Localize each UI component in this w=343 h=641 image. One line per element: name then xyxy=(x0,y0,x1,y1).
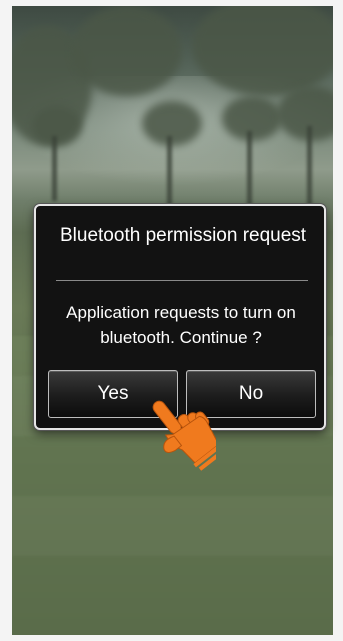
background-trunk xyxy=(307,126,312,206)
background-tree xyxy=(222,96,282,141)
dialog-divider xyxy=(56,280,308,281)
background-tree xyxy=(142,101,202,146)
background-trunk xyxy=(167,136,172,206)
pointing-hand-icon xyxy=(152,400,216,471)
background-trunk xyxy=(52,136,57,201)
dialog-title: Bluetooth permission request xyxy=(60,225,307,246)
background-tree xyxy=(72,6,182,96)
dialog-message: Application requests to turn on bluetoot… xyxy=(66,303,296,347)
background-tree xyxy=(32,106,82,146)
background-trunk xyxy=(247,131,252,206)
device-frame: Bluetooth permission request Application… xyxy=(0,0,343,641)
lawn-stripe xyxy=(12,496,333,556)
